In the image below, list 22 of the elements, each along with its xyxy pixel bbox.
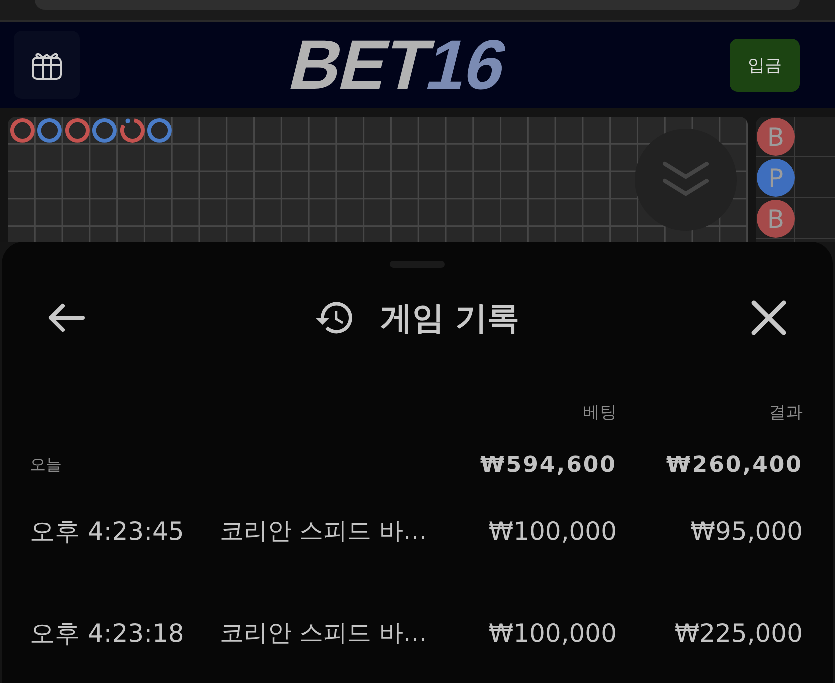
result-total: ₩260,400 [666, 452, 803, 478]
gift-button[interactable] [14, 31, 80, 99]
close-icon[interactable] [750, 299, 788, 337]
column-header: 결과 [768, 402, 803, 424]
time-cell-text: 오후 4:23:45 [30, 516, 186, 548]
column-header: 베팅 [582, 402, 617, 424]
game-name-cell-text: 코리안 스피드 바… [220, 618, 428, 649]
sheet-title: 게임 기록 [380, 298, 520, 338]
back-arrow-icon[interactable] [46, 303, 86, 333]
deposit-button[interactable]: 입금 [730, 38, 800, 92]
bet-amount-cell-text: ₩100,000 [488, 618, 617, 648]
bet-amount-cell-text: ₩100,000 [488, 516, 617, 546]
bead-marker: B [757, 200, 795, 238]
result-amount-cell-text: ₩95,000 [690, 516, 803, 546]
time-cell-text: 오후 4:23:18 [30, 618, 186, 650]
result-amount-cell-text: ₩225,000 [674, 618, 803, 648]
logo: BET16 [280, 30, 516, 100]
game-name-cell-text: 코리안 스피드 바… [220, 516, 428, 547]
bet-total: ₩594,600 [480, 452, 617, 478]
date-group-label: 오늘 [30, 454, 63, 476]
bead-marker: P [757, 159, 795, 197]
bead-marker: B [757, 118, 795, 156]
